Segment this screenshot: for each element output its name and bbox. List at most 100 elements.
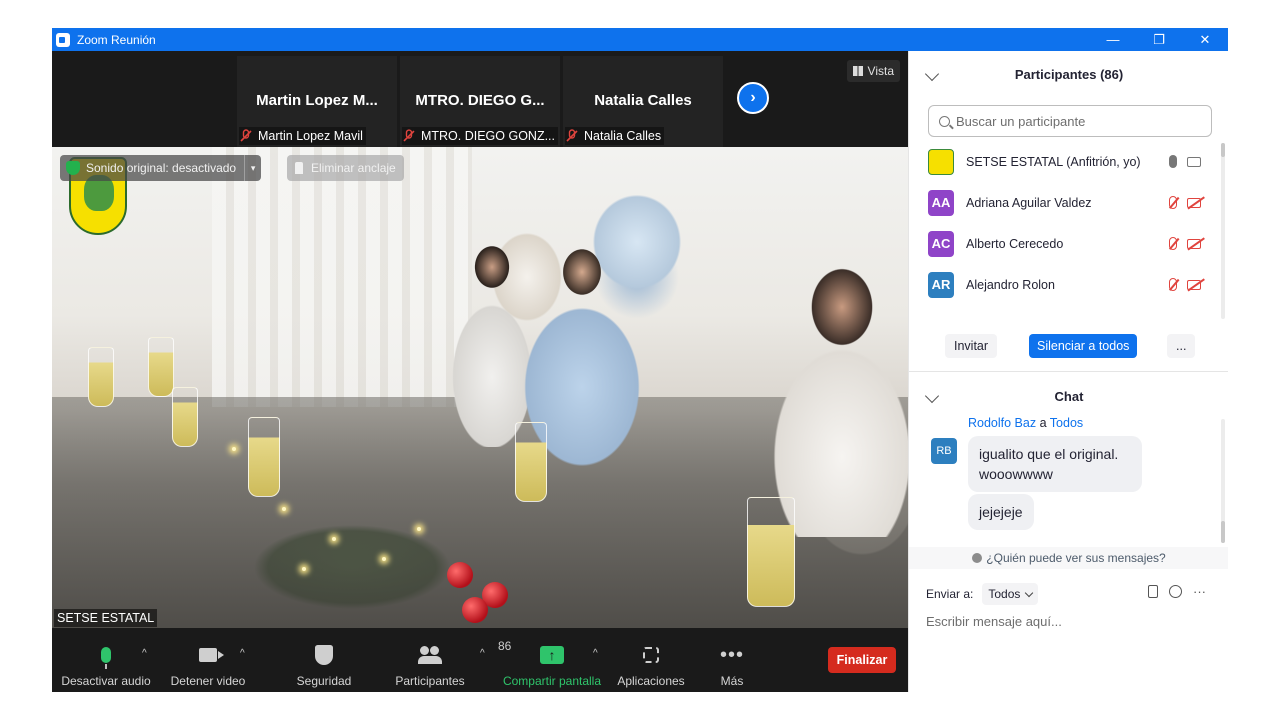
glass-decoration (747, 497, 795, 607)
chat-more-icon[interactable]: ··· (1193, 584, 1206, 599)
participant-tile[interactable]: Natalia Calles Natalia Calles (563, 56, 723, 147)
title-bar: Zoom Reunión — ❐ ✕ (52, 28, 1228, 51)
search-icon (939, 115, 950, 127)
tile-display-name: Natalia Calles (594, 92, 692, 109)
chevron-down-icon (1025, 588, 1034, 597)
emoji-icon[interactable] (1169, 585, 1182, 598)
participant-row[interactable]: SETSE ESTATAL (Anfitrión, yo) (909, 141, 1221, 182)
camera-off-icon[interactable] (1187, 238, 1201, 249)
mute-all-button[interactable]: Silenciar a todos (1029, 334, 1138, 358)
zoom-window: Zoom Reunión — ❐ ✕ Martin Lopez M... Mar… (52, 28, 1228, 692)
more-icon: ••• (719, 644, 744, 666)
participant-list-scroll-thumb[interactable] (1221, 143, 1225, 157)
audio-options-caret[interactable]: ^ (142, 648, 147, 659)
window-title: Zoom Reunión (77, 32, 156, 47)
mic-muted-icon (566, 129, 578, 142)
invite-button[interactable]: Invitar (945, 334, 998, 358)
message-visibility-info[interactable]: ¿Quién puede ver sus mensajes? (909, 547, 1228, 569)
chat-message-sender: Rodolfo Baz a Todos (968, 416, 1084, 430)
glass-decoration (148, 337, 174, 397)
camera-off-icon[interactable] (1187, 197, 1201, 208)
chat-message: jejejeje (968, 494, 1034, 530)
more-button[interactable]: ••• Más (712, 628, 752, 692)
shield-icon (66, 161, 80, 175)
chat-tools: ··· (1148, 584, 1206, 599)
share-options-caret[interactable]: ^ (593, 648, 598, 659)
participants-icon (418, 646, 442, 664)
participant-tile[interactable]: Martin Lopez M... Martin Lopez Mavil (237, 56, 397, 147)
video-person (752, 237, 908, 537)
chat-message: igualito que el original. wooowwww (968, 436, 1142, 492)
original-sound-toggle[interactable]: Sonido original: desactivado ▾ (60, 155, 262, 181)
end-meeting-button[interactable]: Finalizar (828, 647, 896, 673)
participant-list: SETSE ESTATAL (Anfitrión, yo) AA Adriana… (909, 141, 1221, 321)
tile-display-name: MTRO. DIEGO G... (415, 92, 545, 109)
chat-message-input[interactable]: Escribir mensaje aquí... (926, 614, 1062, 629)
participant-tile[interactable]: MTRO. DIEGO G... MTRO. DIEGO GONZ... (400, 56, 560, 147)
mute-audio-button[interactable]: Desactivar audio (61, 628, 151, 692)
microphone-icon (101, 647, 111, 669)
person-icon (972, 553, 983, 563)
close-button[interactable]: ✕ (1182, 28, 1228, 51)
camera-icon[interactable] (1187, 156, 1201, 167)
send-to-select[interactable]: Todos (982, 583, 1039, 605)
apps-button[interactable]: Aplicaciones (614, 628, 688, 692)
meeting-toolbar: Desactivar audio ^ Detener video ^ Segur… (52, 628, 908, 692)
participant-list-scrollbar[interactable] (1221, 143, 1225, 319)
chevron-down-icon[interactable] (924, 388, 940, 404)
minimize-button[interactable]: — (1090, 28, 1136, 51)
gallery-strip: Martin Lopez M... Martin Lopez Mavil MTR… (52, 51, 908, 147)
chat-title: Chat (1054, 388, 1084, 404)
view-button[interactable]: Vista (846, 60, 900, 82)
glass-decoration (88, 347, 114, 407)
camera-off-icon[interactable] (1187, 279, 1201, 290)
unpin-button[interactable]: Eliminar anclaje (287, 155, 404, 181)
send-to-row: Enviar a: Todos (926, 583, 1039, 605)
glass-decoration (248, 417, 280, 497)
participant-row[interactable]: AA Adriana Aguilar Valdez (909, 182, 1221, 223)
stop-video-button[interactable]: Detener video (166, 628, 250, 692)
main-video: Sonido original: desactivado ▾ Eliminar … (52, 147, 908, 628)
participants-actions: Invitar Silenciar a todos ... (909, 331, 1228, 365)
participant-search-input[interactable]: Buscar un participante (928, 105, 1212, 137)
file-icon[interactable] (1148, 585, 1158, 598)
participants-more-button[interactable]: ... (1167, 334, 1196, 358)
video-background (212, 147, 472, 407)
mic-muted-icon (403, 129, 415, 142)
speaker-name-label: SETSE ESTATAL (54, 609, 158, 627)
share-screen-icon: ↑ (540, 646, 564, 664)
chevron-down-icon[interactable]: ▾ (244, 155, 261, 181)
avatar: AC (928, 230, 954, 257)
participant-row[interactable]: AC Alberto Cerecedo (909, 223, 1221, 264)
ornament-decoration (447, 562, 473, 588)
video-options-caret[interactable]: ^ (240, 648, 245, 659)
light-decoration (382, 557, 386, 561)
tile-name-label: Natalia Calles (565, 127, 665, 145)
tile-name-label: MTRO. DIEGO GONZ... (402, 127, 558, 145)
security-button[interactable]: Seguridad (288, 628, 360, 692)
avatar (928, 148, 954, 175)
mic-muted-icon[interactable] (1169, 196, 1177, 209)
next-page-button[interactable]: › (737, 82, 769, 114)
mic-muted-icon[interactable] (1169, 237, 1177, 250)
tile-display-name: Martin Lopez M... (256, 92, 378, 109)
light-decoration (332, 537, 336, 541)
light-decoration (417, 527, 421, 531)
avatar: AR (928, 271, 954, 298)
participants-button[interactable]: Participantes (392, 628, 468, 692)
restore-button[interactable]: ❐ (1136, 28, 1182, 51)
glass-decoration (515, 422, 547, 502)
chat-scroll-thumb[interactable] (1221, 521, 1225, 543)
avatar: RB (931, 438, 957, 464)
microphone-icon[interactable] (1169, 155, 1177, 168)
mic-muted-icon[interactable] (1169, 278, 1177, 291)
participants-options-caret[interactable]: ^ (480, 648, 485, 659)
chevron-down-icon[interactable] (924, 66, 940, 82)
participants-title: Participantes (86) (1014, 66, 1124, 82)
avatar: AA (928, 189, 954, 216)
panel-divider (909, 371, 1228, 372)
pin-icon (295, 162, 303, 174)
participant-row[interactable]: AR Alejandro Rolon (909, 264, 1221, 305)
share-screen-button[interactable]: ↑ Compartir pantalla (500, 628, 604, 692)
meeting-area: Martin Lopez M... Martin Lopez Mavil MTR… (52, 51, 908, 692)
